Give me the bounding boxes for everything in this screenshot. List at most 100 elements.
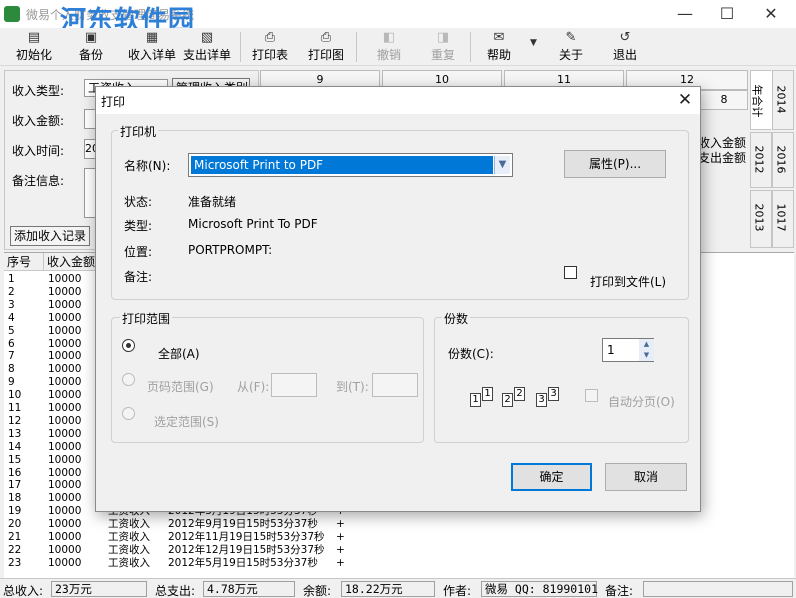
help-button[interactable]: ✉ 帮助	[484, 30, 514, 64]
printer-type-label: 类型:	[124, 219, 153, 233]
print-dialog-title-bar: 打印 ✕	[96, 87, 700, 114]
table-cell: 10000	[48, 285, 82, 298]
table-cell: 2012年12月19日15时53分37秒	[168, 543, 325, 556]
minimize-button[interactable]: —	[670, 4, 700, 24]
collate-illustration-icon: 1 1 2 2 3 3	[470, 383, 570, 413]
total-expense-value: 4.78万元	[203, 581, 295, 597]
tab-2013[interactable]: 2013	[750, 190, 772, 248]
expense-detail-label: 支出详单	[182, 48, 231, 62]
status-note-value	[643, 581, 793, 597]
tab-year-total-label: 年合计	[750, 84, 764, 118]
range-pages-label[interactable]: 页码范围(G)	[147, 378, 214, 395]
maximize-button[interactable]: ☐	[712, 4, 742, 24]
tab-2012[interactable]: 2012	[750, 132, 772, 188]
tab-year-total[interactable]: 年合计	[750, 70, 772, 130]
print-to-file-label[interactable]: 打印到文件(L)	[590, 273, 666, 290]
undo-button[interactable]: ◧ 撤销	[374, 30, 404, 64]
table-cell: 10000	[48, 440, 82, 453]
side-expense-amount-label: 支出金额	[698, 151, 747, 165]
redo-button[interactable]: ◨ 重复	[428, 30, 458, 64]
cancel-button[interactable]: 取消	[605, 463, 687, 491]
table-cell: 10000	[48, 479, 82, 492]
total-income-label: 总收入:	[3, 584, 44, 598]
table-cell: +	[336, 556, 345, 569]
help-label: 帮助	[486, 48, 511, 62]
table-cell: 10000	[48, 531, 82, 543]
collate-label[interactable]: 自动分页(O)	[608, 393, 675, 410]
print-dialog-close-button[interactable]: ✕	[674, 90, 696, 110]
printer-name-select[interactable]: Microsoft Print to PDF ▼	[188, 153, 513, 177]
tab-2012-label: 2012	[752, 145, 766, 174]
table-cell: 工资收入	[108, 531, 150, 543]
print-to-file-checkbox[interactable]	[564, 266, 577, 279]
total-income-value: 23万元	[51, 581, 147, 597]
table-cell: 18	[8, 492, 22, 505]
printer-status-label: 状态:	[124, 195, 153, 209]
table-cell: 9	[8, 376, 15, 389]
exit-button[interactable]: ↺ 退出	[610, 30, 640, 64]
table-row[interactable]: 22 10000 工资收入 2012年12月19日15时53分37秒 +	[4, 544, 794, 557]
print-chart-button[interactable]: ⎙ 打印图	[306, 30, 346, 64]
ok-button[interactable]: 确定	[511, 463, 592, 491]
chevron-down-icon[interactable]: ▼	[494, 156, 510, 174]
table-row[interactable]: 20 10000 工资收入 2012年9月19日15时53分37秒 +	[4, 518, 794, 531]
app-icon	[4, 6, 20, 22]
column-header-index[interactable]: 序号	[4, 253, 44, 271]
backup-button[interactable]: ▣ 备份	[74, 30, 108, 64]
expense-detail-button[interactable]: ▧ 支出详单	[180, 30, 234, 64]
exit-icon: ↺	[619, 30, 631, 45]
range-selection-label[interactable]: 选定范围(S)	[154, 413, 219, 430]
close-window-button[interactable]: ✕	[756, 4, 786, 24]
table-cell: +	[336, 543, 345, 556]
income-detail-button[interactable]: ▦ 收入详单	[126, 30, 178, 64]
undo-label: 撤销	[376, 48, 401, 62]
table-row[interactable]: 21 10000 工资收入 2012年11月19日15时53分37秒 +	[4, 531, 794, 544]
table-cell: 2012年11月19日15时53分37秒	[168, 531, 325, 543]
range-to-label: 到(T):	[336, 380, 369, 394]
tab-1017[interactable]: 1017	[772, 190, 794, 248]
range-selection-radio[interactable]	[122, 407, 135, 420]
table-cell: 21	[8, 531, 22, 543]
table-cell: +	[336, 531, 345, 543]
range-to-input[interactable]	[372, 373, 418, 397]
author-value: 微易 QQ: 81990101	[481, 581, 598, 597]
copies-input[interactable]: 1 ▲ ▼	[602, 338, 654, 362]
table-cell: 工资收入	[108, 518, 150, 531]
collate-checkbox[interactable]	[585, 389, 598, 402]
table-cell: 19	[8, 505, 22, 518]
about-button[interactable]: ✎ 关于	[556, 30, 586, 64]
table-row[interactable]: 23 10000 工资收入 2012年5月19日15时53分37秒 +	[4, 557, 794, 570]
range-all-label[interactable]: 全部(A)	[158, 345, 200, 362]
add-income-record-button[interactable]: 添加收入记录	[10, 226, 90, 246]
backup-icon: ▣	[84, 30, 98, 45]
exit-label: 退出	[612, 48, 637, 62]
range-from-input[interactable]	[271, 373, 317, 397]
tab-2016[interactable]: 2016	[772, 132, 794, 188]
help-dropdown-icon[interactable]: ▼	[530, 38, 537, 48]
tab-2013-label: 2013	[752, 203, 766, 232]
range-pages-radio[interactable]	[122, 373, 135, 386]
tab-2014[interactable]: 2014	[772, 70, 794, 130]
init-button[interactable]: ▤ 初始化	[14, 30, 54, 64]
balance-value: 18.22万元	[341, 581, 435, 597]
copies-up-icon[interactable]: ▲	[639, 339, 654, 350]
month-header-8[interactable]: 8	[700, 90, 748, 110]
range-all-radio[interactable]	[122, 339, 135, 352]
table-cell: 12	[8, 414, 22, 427]
table-cell: 10000	[48, 466, 82, 479]
print-dialog: 打印 ✕ 打印机 名称(N): Microsoft Print to PDF ▼…	[95, 86, 701, 512]
copies-down-icon[interactable]: ▼	[639, 350, 654, 361]
print-table-button[interactable]: ⎙ 打印表	[250, 30, 290, 64]
tab-2014-label: 2014	[774, 85, 788, 114]
printer-properties-button[interactable]: 属性(P)...	[564, 150, 666, 178]
income-amount-label: 收入金额:	[12, 114, 65, 128]
table-cell: 10000	[48, 298, 82, 311]
status-note-label: 备注:	[605, 584, 634, 598]
table-cell: 2012年9月19日15时53分37秒	[168, 518, 318, 531]
author-label: 作者:	[443, 584, 472, 598]
backup-label: 备份	[78, 48, 103, 62]
print-chart-icon: ⎙	[320, 30, 332, 45]
table-cell: 10000	[48, 389, 82, 402]
table-cell: 10000	[48, 453, 82, 466]
table-cell: 6	[8, 337, 15, 350]
